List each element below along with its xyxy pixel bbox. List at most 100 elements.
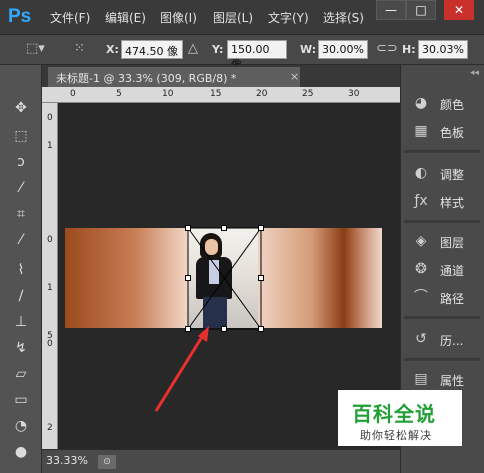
dodge-icon[interactable]: ● <box>8 441 34 463</box>
status-info-icon[interactable]: ⊙ <box>98 455 116 469</box>
transform-handle-bottom[interactable] <box>221 326 227 332</box>
photo-face <box>205 239 218 255</box>
panel-label: 路径 <box>440 292 465 306</box>
status-bar: 33.33% ⊙ <box>42 449 400 473</box>
ruler-v-tick: 0 <box>47 339 53 349</box>
horizontal-ruler[interactable]: 0 5 10 15 20 25 30 <box>42 87 400 103</box>
layers-icon: ◈ <box>415 233 427 249</box>
panel-properties[interactable]: ▤ 属性 <box>408 368 480 392</box>
height-field[interactable]: 30.03% <box>418 40 468 59</box>
transform-handle-left[interactable] <box>185 275 191 281</box>
photo-shirt <box>209 260 219 284</box>
panel-label: 属性 <box>440 374 465 388</box>
w-label: W: <box>300 43 317 56</box>
transform-handle-bl[interactable] <box>185 326 191 332</box>
document-tab[interactable]: 未标题-1 @ 33.3% (309, RGB/8) * × <box>48 67 300 87</box>
crop-icon[interactable]: ⌗ <box>8 203 34 225</box>
transform-handle-right[interactable] <box>258 275 264 281</box>
document-tab-bar: 未标题-1 @ 33.3% (309, RGB/8) * × <box>42 65 400 87</box>
swatches-icon: ▦ <box>414 123 428 139</box>
gradient-icon[interactable]: ▭ <box>8 389 34 411</box>
link-icon[interactable]: ⊂⊃ <box>376 41 398 56</box>
transform-handle-top[interactable] <box>221 225 227 231</box>
y-label: Y: <box>212 43 224 56</box>
transform-handle-tl[interactable] <box>185 225 191 231</box>
document-tab-close-icon[interactable]: × <box>290 70 299 83</box>
menu-bar: Ps 文件(F) 编辑(E) 图像(I) 图层(L) 文字(Y) 选择(S) —… <box>0 0 484 35</box>
ruler-v-tick: 1 <box>47 283 53 293</box>
panel-label: 样式 <box>440 196 465 210</box>
close-window-button[interactable]: ✕ <box>444 0 474 20</box>
brush-icon[interactable]: ∕ <box>8 285 34 307</box>
ruler-h-tick: 10 <box>162 89 174 99</box>
delta-icon[interactable]: △ <box>188 41 198 56</box>
options-bar: ⬚▾ ⁙ X: 474.50 像 △ Y: 150.00 像 W: 30.00%… <box>0 35 484 71</box>
photo-jeans <box>203 297 227 328</box>
panel-swatches[interactable]: ▦ 色板 <box>408 120 480 144</box>
ruler-v-tick: 1 <box>47 141 53 151</box>
ruler-h-tick: 25 <box>302 89 314 99</box>
paths-icon: ⌒ <box>414 289 428 305</box>
channels-icon: ❂ <box>415 261 427 277</box>
ruler-h-tick: 15 <box>210 89 222 99</box>
menu-edit[interactable]: 编辑(E) <box>105 9 146 26</box>
watermark-title: 百科全说 <box>352 402 436 426</box>
panel-divider <box>404 358 480 361</box>
ruler-h-tick: 0 <box>70 89 76 99</box>
watermark-badge: 百科全说 助你轻松解决 <box>338 390 462 446</box>
menu-image[interactable]: 图像(I) <box>160 9 197 26</box>
y-field[interactable]: 150.00 像 <box>227 40 287 71</box>
panel-history[interactable]: ↺ 历... <box>408 328 480 352</box>
panel-label: 色板 <box>440 126 465 140</box>
panel-label: 通道 <box>440 264 465 278</box>
panel-color[interactable]: ◕ 颜色 <box>408 92 480 116</box>
transform-handle-br[interactable] <box>258 326 264 332</box>
width-field[interactable]: 30.00% <box>318 40 368 59</box>
menu-select[interactable]: 选择(S) <box>323 9 364 26</box>
lasso-icon[interactable]: ↄ <box>8 151 34 173</box>
ruler-h-tick: 5 <box>116 89 122 99</box>
collapse-panels-icon[interactable]: ◂◂ <box>470 68 479 78</box>
menu-file[interactable]: 文件(F) <box>50 9 90 26</box>
h-label: H: <box>402 43 416 56</box>
maximize-button[interactable]: □ <box>406 0 436 20</box>
ruler-h-tick: 30 <box>348 89 360 99</box>
history-icon: ↺ <box>415 331 427 347</box>
marquee-icon[interactable]: ⬚ <box>8 125 34 147</box>
transform-tool-icon[interactable]: ⬚▾ <box>26 41 45 56</box>
panel-channels[interactable]: ❂ 通道 <box>408 258 480 282</box>
panel-label: 图层 <box>440 236 465 250</box>
healing-brush-icon[interactable]: ⌇ <box>8 259 34 281</box>
ruler-h-tick: 20 <box>256 89 268 99</box>
panel-divider <box>404 150 480 153</box>
eyedropper-icon[interactable]: ⁄ <box>8 229 34 251</box>
zoom-field[interactable]: 33.33% <box>46 454 92 470</box>
history-brush-icon[interactable]: ↯ <box>8 337 34 359</box>
watermark-subtitle: 助你轻松解决 <box>360 429 432 442</box>
menu-type[interactable]: 文字(Y) <box>268 9 309 26</box>
minimize-button[interactable]: — <box>376 0 406 20</box>
panel-divider <box>404 220 480 223</box>
photoshop-logo: Ps <box>8 6 32 27</box>
panel-label: 颜色 <box>440 98 465 112</box>
document-tab-title: 未标题-1 @ 33.3% (309, RGB/8) * <box>56 72 237 85</box>
stamp-icon[interactable]: ⊥ <box>8 311 34 333</box>
move-icon[interactable]: ✥ <box>8 97 34 119</box>
panel-paths[interactable]: ⌒ 路径 <box>408 286 480 310</box>
panel-styles[interactable]: ƒx 样式 <box>408 190 480 214</box>
palette-icon: ◕ <box>414 95 428 111</box>
reference-point-icon[interactable]: ⁙ <box>74 41 85 56</box>
menu-layer[interactable]: 图层(L) <box>213 9 253 26</box>
panel-adjustments[interactable]: ◐ 调整 <box>408 162 480 186</box>
x-label: X: <box>106 43 119 56</box>
panel-layers[interactable]: ◈ 图层 <box>408 230 480 254</box>
blur-icon[interactable]: ◔ <box>8 415 34 437</box>
vertical-ruler[interactable]: 0 1 0 1 5 0 2 <box>42 103 58 449</box>
transform-handle-tr[interactable] <box>258 225 264 231</box>
panel-label: 历... <box>440 334 464 348</box>
panel-divider <box>404 316 480 319</box>
eraser-icon[interactable]: ▱ <box>8 363 34 385</box>
ruler-v-tick: 0 <box>47 235 53 245</box>
quick-select-icon[interactable]: ⁄ <box>8 177 34 199</box>
x-field[interactable]: 474.50 像 <box>121 40 183 59</box>
